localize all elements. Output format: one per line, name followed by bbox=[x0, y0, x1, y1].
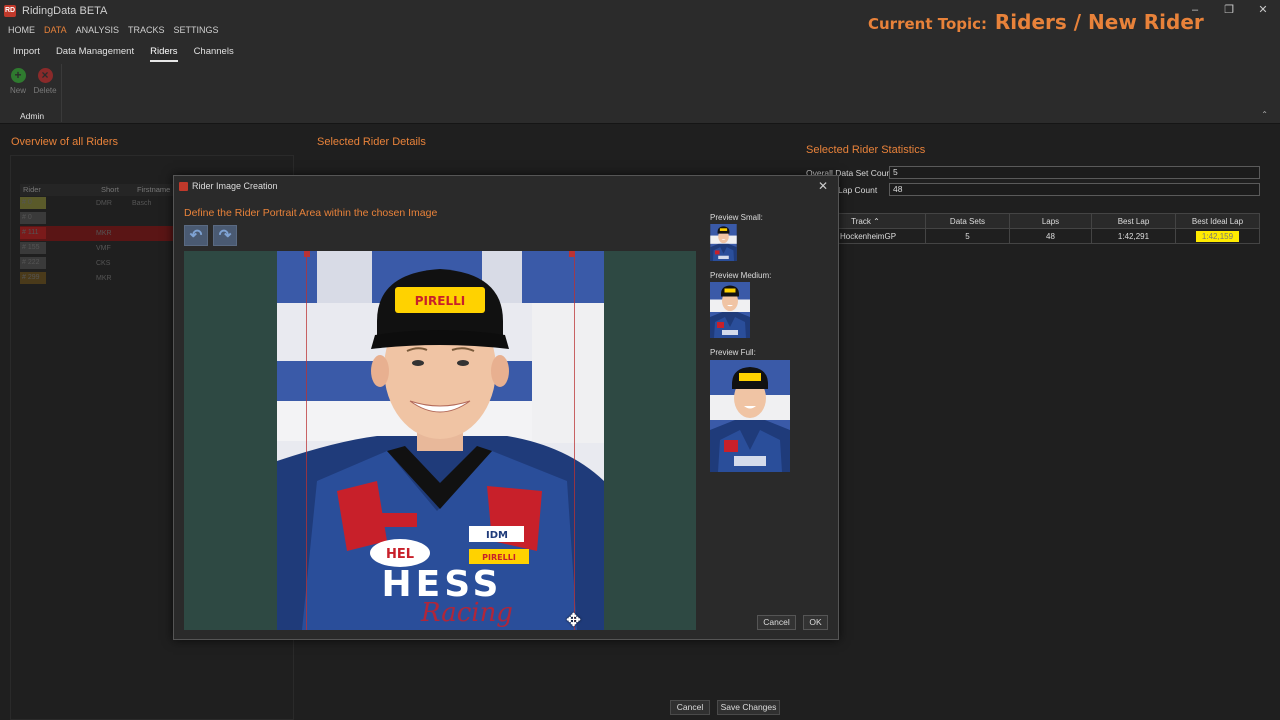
tab-channels[interactable]: Channels bbox=[194, 46, 234, 62]
col-laps[interactable]: Laps bbox=[1009, 213, 1092, 229]
list-item[interactable]: # 155 VMF bbox=[20, 241, 180, 256]
rider-portrait-image: HEL IDM PIRELLI HESS Racing PIRELLI bbox=[277, 251, 604, 630]
crop-handle-top-left[interactable] bbox=[304, 251, 310, 257]
col-rider[interactable]: Rider bbox=[20, 184, 98, 196]
list-item[interactable]: # 222 CKS bbox=[20, 256, 180, 271]
list-item[interactable]: # 0 bbox=[20, 211, 180, 226]
cell-laps: 48 bbox=[1009, 228, 1092, 244]
col-best-lap[interactable]: Best Lap bbox=[1091, 213, 1176, 229]
plus-icon: + bbox=[10, 68, 26, 83]
close-window-button[interactable]: ✕ bbox=[1246, 0, 1280, 22]
track-stats-table: Track ⌃ Data Sets Laps Best Lap Best Ide… bbox=[805, 213, 1260, 244]
delete-rider-button[interactable]: × Delete bbox=[33, 68, 57, 95]
menu-data[interactable]: DATA bbox=[44, 25, 67, 35]
rider-image-dialog: Rider Image Creation ✕ Define the Rider … bbox=[173, 175, 839, 640]
rider-number-chip: # 0 bbox=[20, 197, 46, 209]
app-title: RidingData BETA bbox=[22, 5, 108, 17]
svg-text:IDM: IDM bbox=[486, 530, 508, 541]
grid-header: Rider Short Firstname bbox=[20, 184, 180, 196]
crop-canvas[interactable]: HEL IDM PIRELLI HESS Racing PIRELLI ✥ bbox=[184, 251, 696, 630]
topic-label: Current Topic: bbox=[868, 15, 988, 33]
dialog-cancel-button[interactable]: Cancel bbox=[757, 615, 796, 630]
rider-short: MKR bbox=[96, 275, 112, 282]
lap-count-label: Lap Count bbox=[838, 185, 878, 195]
rider-number-chip: # 222 bbox=[20, 257, 46, 269]
crop-right-edge[interactable] bbox=[574, 254, 575, 630]
delete-icon: × bbox=[37, 68, 53, 83]
statistics-title: Selected Rider Statistics bbox=[806, 144, 926, 156]
save-changes-button[interactable]: Save Changes bbox=[717, 700, 780, 715]
list-item[interactable]: # 0 DMR Basch bbox=[20, 196, 180, 211]
tab-import[interactable]: Import bbox=[13, 46, 40, 62]
dialog-title: Rider Image Creation bbox=[192, 181, 278, 191]
cell-best-lap: 1:42,291 bbox=[1091, 228, 1176, 244]
rider-short: CKS bbox=[96, 260, 111, 267]
preview-small-label: Preview Small: bbox=[710, 213, 763, 222]
redo-icon[interactable]: ↷ bbox=[213, 225, 237, 246]
rider-short: MKR bbox=[96, 230, 112, 237]
rider-short bbox=[96, 211, 132, 226]
rider-photo: HEL IDM PIRELLI HESS Racing PIRELLI bbox=[277, 251, 604, 630]
svg-text:PIRELLI: PIRELLI bbox=[415, 294, 465, 308]
svg-text:HEL: HEL bbox=[386, 547, 414, 562]
cancel-button[interactable]: Cancel bbox=[670, 700, 710, 715]
undo-icon[interactable]: ↶ bbox=[184, 225, 208, 246]
rider-short: VMF bbox=[96, 245, 111, 252]
move-cursor-icon: ✥ bbox=[566, 610, 582, 630]
rider-number-chip: # 111 bbox=[20, 227, 46, 239]
best-ideal-highlight: 1:42,159 bbox=[1195, 230, 1240, 242]
details-title: Selected Rider Details bbox=[317, 136, 426, 148]
rider-number-chip: # 155 bbox=[20, 242, 46, 254]
preview-full-label: Preview Full: bbox=[710, 348, 756, 357]
crop-left-edge[interactable] bbox=[306, 254, 307, 630]
ribbon: Import Data Management Riders Channels +… bbox=[0, 38, 1280, 124]
preview-medium-image bbox=[710, 282, 750, 338]
tab-riders[interactable]: Riders bbox=[150, 46, 178, 62]
dialog-close-button[interactable]: ✕ bbox=[818, 179, 828, 193]
svg-text:Racing: Racing bbox=[420, 598, 513, 628]
rider-firstname: Basch bbox=[132, 200, 152, 207]
new-rider-button[interactable]: + New bbox=[6, 68, 30, 95]
new-label: New bbox=[9, 86, 26, 95]
delete-label: Delete bbox=[33, 86, 57, 95]
rider-number-chip: # 299 bbox=[20, 272, 46, 284]
rider-number-chip: # 0 bbox=[20, 212, 46, 224]
menu-home[interactable]: HOME bbox=[8, 25, 35, 35]
dialog-instruction: Define the Rider Portrait Area within th… bbox=[184, 207, 438, 219]
tab-data-management[interactable]: Data Management bbox=[56, 46, 134, 62]
preview-medium-label: Preview Medium: bbox=[710, 271, 772, 280]
preview-full-image bbox=[710, 360, 790, 472]
app-logo-icon: RD bbox=[4, 5, 16, 17]
rider-short: DMR bbox=[96, 200, 112, 207]
lap-count-field[interactable]: 48 bbox=[889, 183, 1260, 196]
svg-text:PIRELLI: PIRELLI bbox=[482, 553, 516, 562]
riders-grid: Rider Short Firstname # 0 DMR Basch # 0 # 11… bbox=[20, 184, 180, 286]
current-topic: Current Topic: Riders / New Rider bbox=[868, 10, 1204, 34]
overview-title: Overview of all Riders bbox=[11, 136, 118, 148]
maximize-button[interactable]: ❐ bbox=[1212, 0, 1246, 22]
table-row[interactable]: HockenheimGP 5 48 1:42,291 1:42,159 bbox=[805, 228, 1260, 244]
overall-count-field[interactable]: 5 bbox=[889, 166, 1260, 179]
col-short[interactable]: Short bbox=[98, 184, 134, 196]
preview-small-image bbox=[710, 224, 737, 261]
dialog-ok-button[interactable]: OK bbox=[803, 615, 828, 630]
topic-value: Riders / New Rider bbox=[994, 10, 1204, 34]
menu-analysis[interactable]: ANALYSIS bbox=[76, 25, 119, 35]
cell-best-ideal-lap: 1:42,159 bbox=[1175, 228, 1260, 244]
menu-tracks[interactable]: TRACKS bbox=[128, 25, 165, 35]
list-item[interactable]: # 111 MKR bbox=[20, 226, 180, 241]
collapse-ribbon-icon[interactable]: ⌃ bbox=[1261, 110, 1268, 119]
crop-handle-top-right[interactable] bbox=[569, 251, 575, 257]
col-data-sets[interactable]: Data Sets bbox=[925, 213, 1010, 229]
ribbon-separator bbox=[61, 64, 62, 122]
ribbon-group-label: Admin bbox=[20, 111, 45, 121]
list-item[interactable]: # 299 MKR bbox=[20, 271, 180, 286]
dialog-app-icon bbox=[179, 182, 188, 191]
col-best-ideal-lap[interactable]: Best Ideal Lap bbox=[1175, 213, 1260, 229]
menu-settings[interactable]: SETTINGS bbox=[174, 25, 219, 35]
cell-data-sets: 5 bbox=[925, 228, 1010, 244]
